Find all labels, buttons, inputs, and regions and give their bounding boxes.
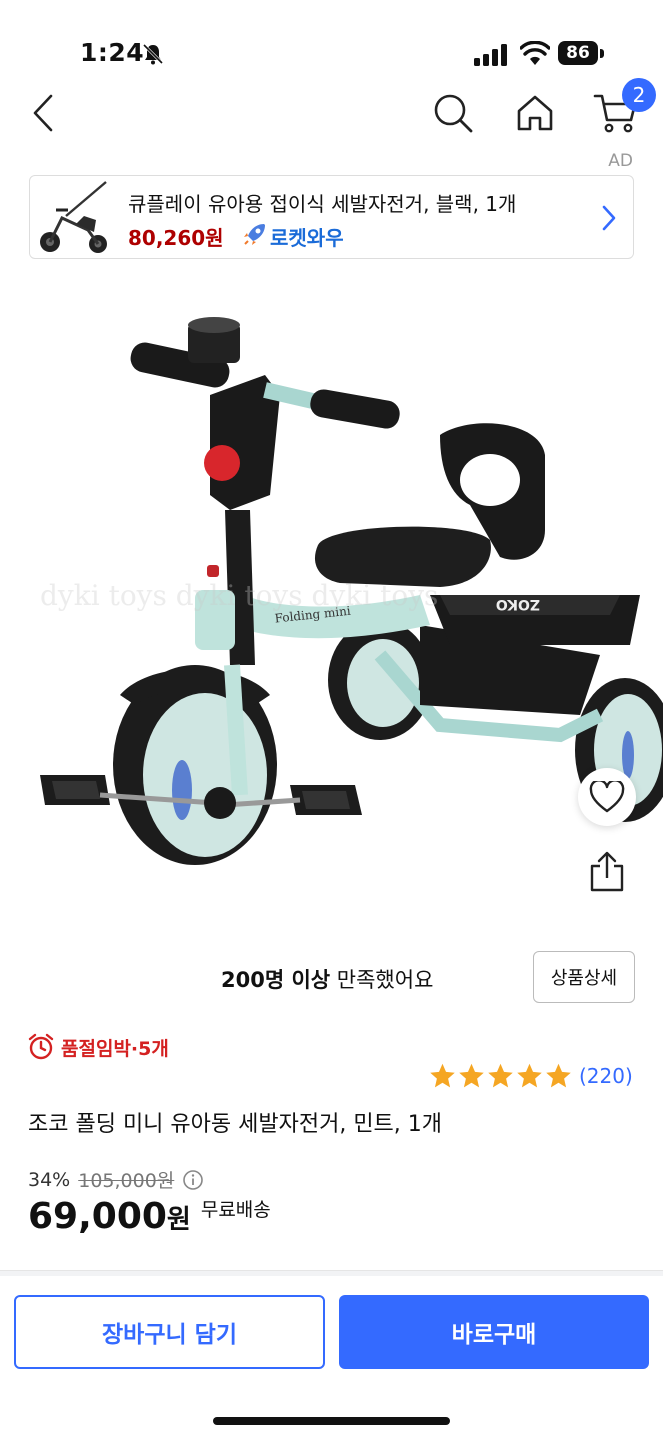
star-icon [517, 1063, 542, 1088]
cart-count-badge: 2 [622, 78, 656, 112]
battery-indicator: 86 [558, 41, 598, 65]
heart-icon [589, 781, 625, 813]
share-button[interactable] [584, 848, 630, 894]
product-title: 조코 폴딩 미니 유아동 세발자전거, 민트, 1개 [28, 1112, 443, 1137]
product-detail-button[interactable]: 상품상세 [533, 951, 635, 1003]
product-image[interactable]: ZOKO Folding mini dyki toys dyki toys dy… [0, 295, 663, 875]
bell-off-icon [142, 43, 164, 65]
chevron-right-icon [602, 205, 616, 231]
alarm-clock-icon [28, 1033, 54, 1060]
chevron-left-icon [33, 94, 53, 132]
price-unit: 원 [166, 1205, 191, 1235]
review-count[interactable]: (220) [579, 1064, 633, 1088]
shipping-label: 무료배송 [200, 1199, 271, 1221]
section-divider [0, 1270, 663, 1276]
buy-now-button[interactable]: 바로구매 [339, 1295, 649, 1369]
stock-alert: 품절임박·5개 [27, 1033, 169, 1061]
info-icon[interactable] [182, 1169, 204, 1191]
star-icon [459, 1063, 484, 1088]
back-button[interactable] [18, 88, 68, 138]
satisfaction-text: 만족했어요 [330, 968, 434, 992]
ad-label: AD [608, 151, 633, 171]
nav-bar [0, 80, 663, 150]
satisfaction-summary: 200명 이상 만족했어요 [221, 964, 433, 994]
home-icon [517, 95, 553, 131]
rocket-icon [244, 224, 265, 245]
star-icon [546, 1063, 571, 1088]
share-icon [590, 851, 624, 892]
discount-row: 34% 105,000원 [28, 1166, 204, 1193]
wifi-icon [520, 41, 550, 65]
add-to-cart-button[interactable]: 장바구니 담기 [14, 1295, 325, 1369]
price-row: 69,000 원 무료배송 [28, 1196, 271, 1237]
status-time: 1:24 [80, 38, 145, 67]
ad-product-price: 80,260원 [128, 226, 224, 250]
battery-nub [600, 49, 604, 58]
rocket-wow-label: 로켓와우 [270, 226, 344, 250]
discount-rate: 34% [28, 1168, 71, 1191]
star-icon [488, 1063, 513, 1088]
search-button[interactable] [428, 88, 478, 138]
wishlist-button[interactable] [578, 768, 636, 826]
svg-text:ZOKO: ZOKO [496, 596, 540, 612]
ad-banner[interactable]: 큐플레이 유아용 접이식 세발자전거, 블랙, 1개 80,260원 로켓와우 [29, 175, 634, 259]
sale-price: 69,000 [28, 1196, 167, 1237]
star-icon [430, 1063, 455, 1088]
ad-product-thumbnail [40, 181, 107, 253]
rating-summary[interactable]: (220) [428, 1062, 633, 1090]
signal-icon [474, 44, 507, 66]
ad-product-title: 큐플레이 유아용 접이식 세발자전거, 블랙, 1개 [128, 192, 517, 216]
stock-alert-text: 품절임박·5개 [61, 1037, 169, 1060]
satisfaction-count: 200명 이상 [221, 968, 331, 992]
image-watermark: dyki toys dyki toys dyki toys [40, 579, 439, 612]
home-button[interactable] [510, 88, 560, 138]
status-bar: 1:24 86 [0, 0, 663, 80]
search-icon [434, 94, 473, 133]
original-price: 105,000원 [78, 1170, 175, 1192]
home-indicator [213, 1417, 450, 1425]
